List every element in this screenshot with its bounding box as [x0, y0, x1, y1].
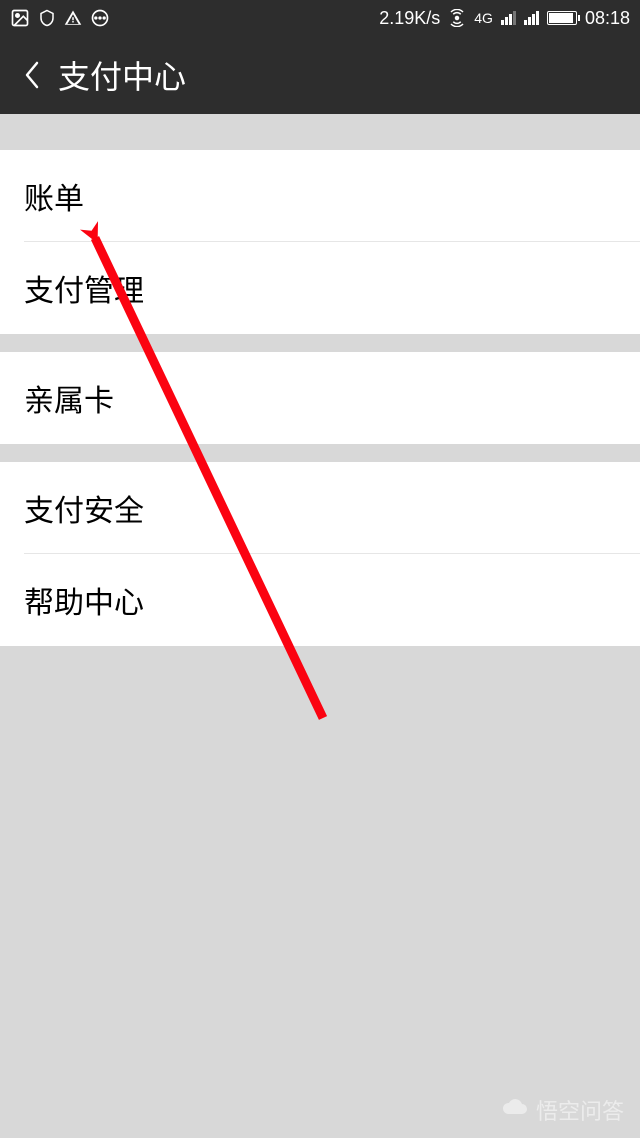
status-right: 2.19K/s 4G 08:18 [379, 8, 630, 29]
net-speed: 2.19K/s [379, 8, 440, 29]
status-left [10, 8, 110, 28]
content: 账单 支付管理 亲属卡 支付安全 帮助中心 [0, 150, 640, 646]
watermark-text: 悟空问答 [536, 1094, 624, 1126]
list-item-label: 支付安全 [24, 495, 144, 528]
image-icon [10, 8, 30, 28]
cloud-icon [500, 1096, 530, 1124]
list-group: 账单 支付管理 [0, 150, 640, 334]
signal-icon-2 [524, 11, 539, 25]
list-item-family-card[interactable]: 亲属卡 [0, 352, 640, 444]
status-time: 08:18 [585, 8, 630, 29]
watermark: 悟空问答 [500, 1094, 624, 1126]
list-item-label: 帮助中心 [24, 587, 144, 620]
list-item-help-center[interactable]: 帮助中心 [0, 554, 640, 646]
shield-icon [38, 9, 56, 27]
page-title: 支付中心 [58, 52, 186, 98]
list-group: 亲属卡 [0, 352, 640, 444]
network-label: 4G [474, 10, 493, 26]
battery-icon [547, 11, 577, 25]
list-item-payment-management[interactable]: 支付管理 [0, 242, 640, 334]
more-icon [90, 8, 110, 28]
list-item-payment-security[interactable]: 支付安全 [0, 462, 640, 554]
list-item-label: 亲属卡 [24, 385, 114, 418]
back-button[interactable] [12, 45, 52, 105]
list-item-label: 支付管理 [24, 275, 144, 308]
status-bar: 2.19K/s 4G 08:18 [0, 0, 640, 36]
signal-icon [501, 11, 516, 25]
warning-icon [64, 9, 82, 27]
list-item-label: 账单 [24, 183, 84, 216]
chevron-left-icon [23, 59, 41, 91]
hotspot-icon [448, 9, 466, 27]
list-item-bills[interactable]: 账单 [0, 150, 640, 242]
list-group: 支付安全 帮助中心 [0, 462, 640, 646]
nav-bar: 支付中心 [0, 36, 640, 114]
